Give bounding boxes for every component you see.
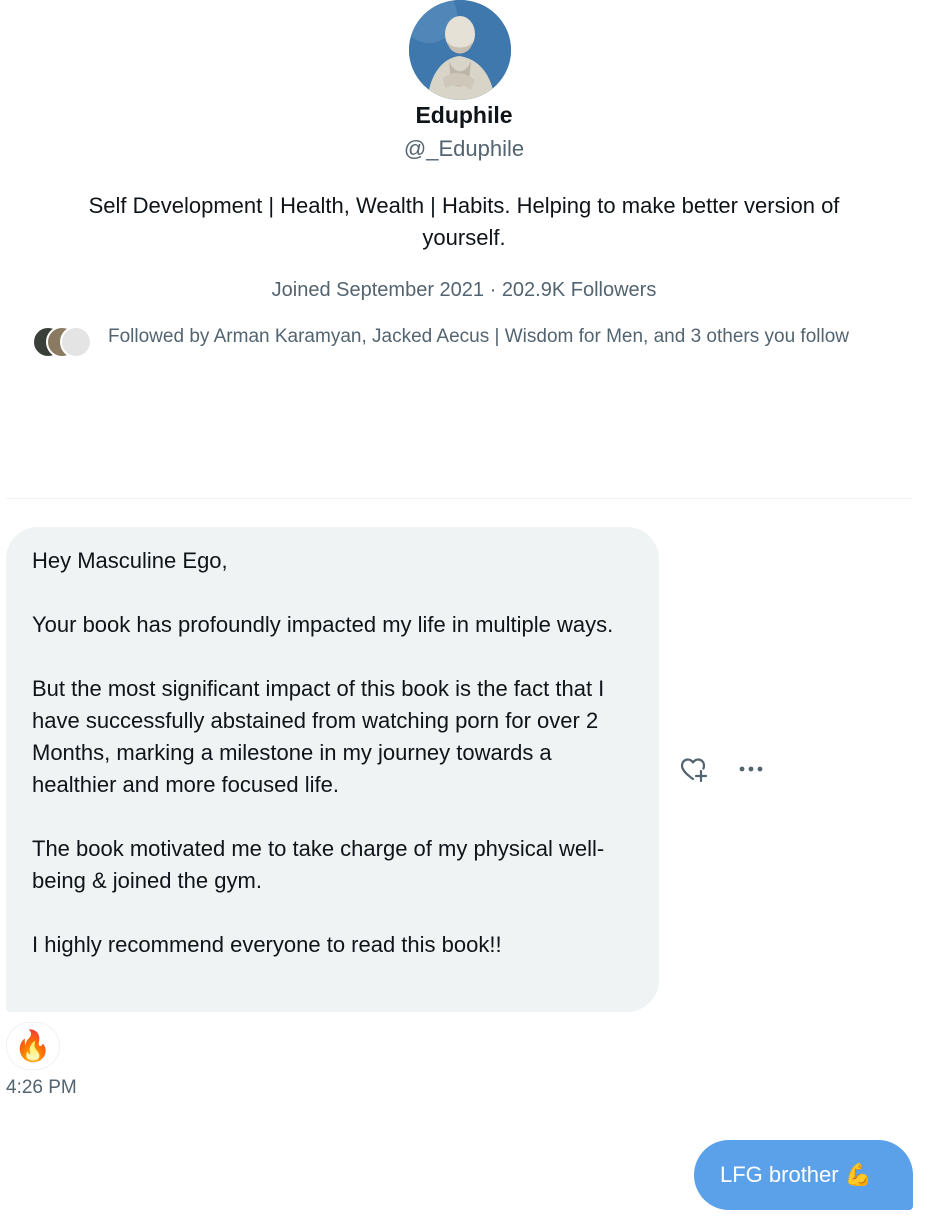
flexed-biceps-icon: 💪 [844, 1163, 873, 1188]
bio-line-1: Self Development | Health, Wealth | Habi… [88, 193, 840, 218]
profile-meta: Joined September 2021 · 202.9K Followers [0, 276, 928, 304]
profile-handle[interactable]: @_Eduphile [0, 134, 928, 164]
followed-by-row[interactable]: Followed by Arman Karamyan, Jacked Aecus… [32, 324, 902, 358]
followers-you-know-avatars [32, 326, 96, 358]
message-paragraph: But the most significant impact of this … [32, 676, 605, 797]
follower-avatar [60, 326, 92, 358]
profile-bio: Self Development | Health, Wealth | Habi… [30, 190, 898, 254]
message-paragraph: I highly recommend everyone to read this… [32, 932, 502, 957]
received-message-bubble[interactable]: Hey Masculine Ego, Your book has profoun… [6, 527, 659, 1012]
sent-message-text: LFG brother [720, 1162, 839, 1187]
message-paragraph: Hey Masculine Ego, [32, 548, 228, 573]
meta-separator: · [484, 279, 502, 301]
sent-message-bubble[interactable]: LFG brother 💪 [694, 1140, 913, 1210]
profile-display-name[interactable]: Eduphile [0, 100, 928, 130]
followers-count[interactable]: 202.9K Followers [502, 279, 657, 301]
profile-avatar[interactable] [409, 0, 511, 100]
message-paragraph: The book motivated me to take charge of … [32, 836, 605, 893]
fire-reaction-icon[interactable]: 🔥 [6, 1022, 60, 1070]
heart-plus-icon[interactable] [680, 757, 708, 783]
divider [6, 498, 912, 499]
message-paragraph: Your book has profoundly impacted my lif… [32, 612, 614, 637]
bio-line-2: yourself. [422, 225, 506, 250]
joined-date: Joined September 2021 [271, 279, 485, 301]
message-timestamp: 4:26 PM [6, 1077, 77, 1098]
more-horizontal-icon[interactable] [737, 758, 767, 780]
followed-by-text: Followed by Arman Karamyan, Jacked Aecus… [108, 326, 849, 347]
